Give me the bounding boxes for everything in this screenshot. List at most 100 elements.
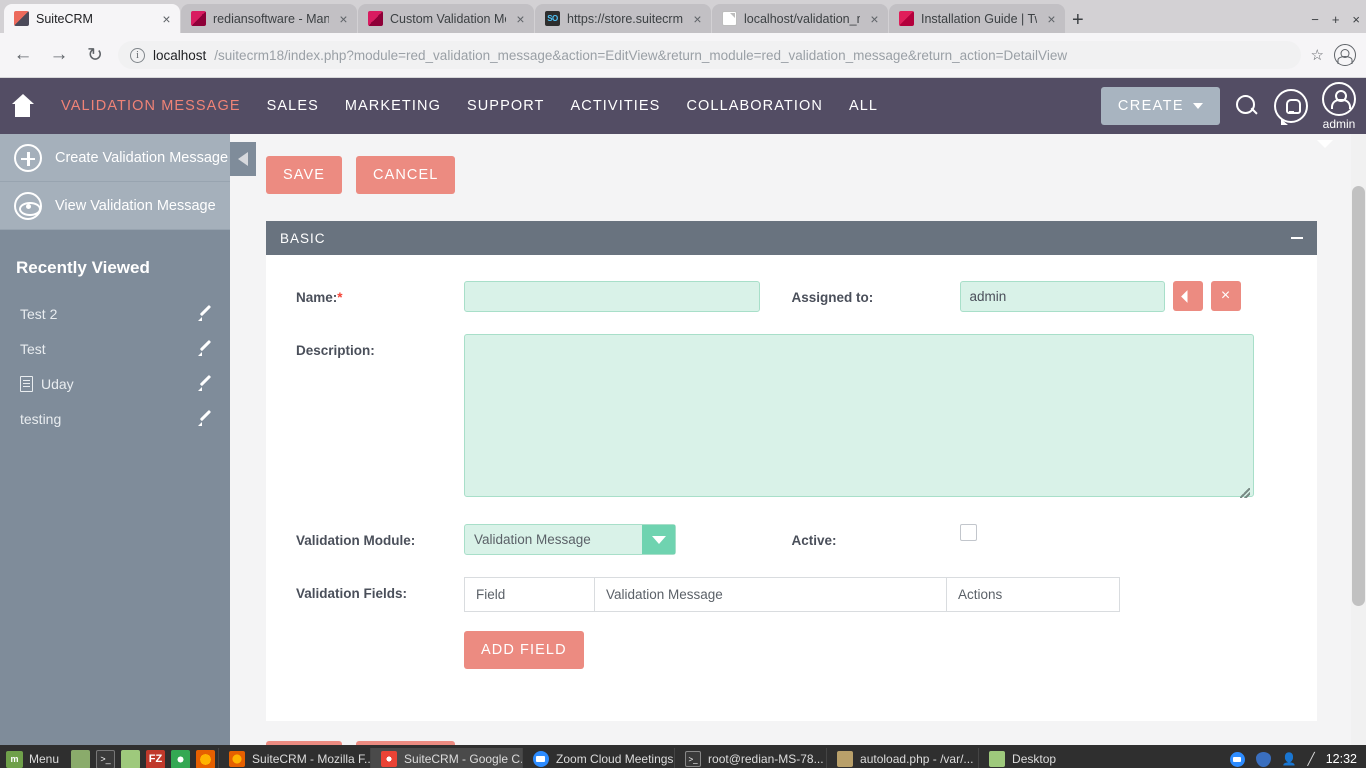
filezilla-icon[interactable]: FZ	[146, 749, 166, 768]
top-action-buttons: SAVE CANCEL	[230, 134, 1366, 194]
taskbar-window[interactable]: SuiteCRM - Mozilla F...	[218, 748, 370, 768]
firefox-icon	[229, 751, 246, 767]
nav-item-marketing[interactable]: MARKETING	[332, 98, 454, 114]
cancel-button-top[interactable]: CANCEL	[356, 156, 456, 194]
custom-icon	[368, 11, 383, 26]
taskbar-window[interactable]: SuiteCRM - Google C...	[370, 748, 523, 768]
edit-pencil-icon[interactable]	[198, 306, 214, 322]
close-icon[interactable]: ×	[159, 11, 174, 27]
recent-item[interactable]: testing	[0, 401, 230, 436]
name-input[interactable]	[464, 281, 760, 312]
recent-item-label: Test	[20, 340, 46, 357]
create-button[interactable]: CREATE	[1100, 87, 1220, 125]
vertical-scrollbar[interactable]	[1351, 134, 1366, 745]
nav-item-sales[interactable]: SALES	[254, 98, 332, 114]
back-icon[interactable]: ←	[10, 42, 36, 68]
recent-item[interactable]: Uday	[0, 366, 230, 401]
folder-icon[interactable]	[121, 749, 141, 768]
nav-item-support[interactable]: SUPPORT	[454, 98, 558, 114]
files-icon[interactable]	[71, 749, 91, 768]
nav-item-all[interactable]: ALL	[836, 98, 891, 114]
description-textarea[interactable]	[464, 334, 1254, 497]
sidebar-collapse-toggle[interactable]	[230, 142, 256, 176]
collapse-minus-icon[interactable]	[1291, 237, 1303, 239]
browser-tab[interactable]: Custom Validation Mess ×	[358, 4, 534, 33]
nav-item-collaboration[interactable]: COLLABORATION	[673, 98, 836, 114]
new-tab-button[interactable]: +	[1072, 10, 1084, 30]
user-icon[interactable]: 👤	[1282, 752, 1297, 766]
minimize-button[interactable]: −	[1311, 12, 1319, 27]
start-menu-button[interactable]: m Menu	[0, 750, 68, 768]
nav-item-activities[interactable]: ACTIVITIES	[558, 98, 674, 114]
home-icon[interactable]	[10, 94, 36, 118]
browser-tab[interactable]: SO https://store.suitecrm.co ×	[535, 4, 711, 33]
browser-tab[interactable]: SuiteCRM ×	[4, 4, 180, 33]
browser-profile-icon[interactable]	[1334, 44, 1356, 66]
edit-pencil-icon[interactable]	[198, 376, 214, 392]
taskbar-window[interactable]: Desktop	[978, 748, 1066, 768]
maximize-button[interactable]: +	[1332, 12, 1340, 27]
sidebar-item-view-validation-message[interactable]: View Validation Message	[0, 182, 230, 230]
folder-icon	[989, 751, 1006, 767]
network-icon[interactable]: ╱	[1307, 752, 1314, 766]
browser-tab-bar: SuiteCRM × rediansoftware - Manage × Cus…	[0, 0, 1366, 33]
notifications-button[interactable]	[1274, 89, 1308, 125]
taskbar-window[interactable]: autoload.php - /var/...	[826, 748, 978, 768]
clock[interactable]: 12:32	[1326, 752, 1357, 766]
validation-module-select[interactable]: Validation Message	[464, 524, 676, 555]
terminal-icon[interactable]: >_	[96, 749, 116, 768]
nav-item-validation-message[interactable]: VALIDATION MESSAGE	[48, 98, 254, 114]
forward-icon[interactable]: →	[46, 42, 72, 68]
clear-user-button[interactable]: ×	[1210, 281, 1241, 311]
browser-tab[interactable]: localhost/validation_mes ×	[712, 4, 888, 33]
active-checkbox[interactable]	[959, 524, 977, 541]
bookmark-star-icon[interactable]: ☆	[1311, 46, 1324, 64]
tab-title: https://store.suitecrm.co	[567, 11, 683, 26]
avatar[interactable]	[1322, 81, 1356, 116]
edit-pencil-icon[interactable]	[198, 341, 214, 357]
save-button-top[interactable]: SAVE	[266, 156, 343, 194]
sidebar-item-create-validation-message[interactable]: Create Validation Message	[0, 134, 230, 182]
close-icon[interactable]: ×	[690, 11, 705, 27]
taskbar-window[interactable]: >_ root@redian-MS-78...	[674, 748, 826, 768]
recent-item[interactable]: Test	[0, 331, 230, 366]
firefox-icon[interactable]	[196, 749, 216, 768]
reload-icon[interactable]: ↻	[82, 42, 108, 68]
chrome-icon[interactable]	[171, 749, 191, 768]
dropdown-arrow-button[interactable]	[642, 525, 675, 554]
window-close-button[interactable]: ×	[1352, 12, 1360, 27]
taskbar-window[interactable]: Zoom Cloud Meetings	[522, 748, 674, 768]
form-row-name: Name:* Assigned to: ×	[296, 281, 1287, 312]
form-row-validation-fields: Validation Fields: Field Validation Mess…	[296, 577, 1287, 669]
tab-title: Custom Validation Mess	[390, 11, 506, 26]
url-input[interactable]: i localhost/suitecrm18/index.php?module=…	[118, 41, 1301, 69]
chevron-down-icon[interactable]	[1317, 140, 1333, 148]
close-icon[interactable]: ×	[513, 11, 528, 27]
cancel-button-bottom[interactable]: CANCEL	[356, 741, 456, 745]
add-field-button[interactable]: ADD FIELD	[464, 631, 584, 669]
twilio-icon	[899, 11, 914, 26]
assigned-to-input[interactable]	[959, 281, 1165, 312]
edit-pencil-icon[interactable]	[198, 411, 214, 427]
basic-panel: BASIC Name:* Assigned to: admin × Descri…	[266, 221, 1317, 721]
scrollbar-thumb[interactable]	[1352, 186, 1365, 606]
recent-item[interactable]: Test 2	[0, 296, 230, 331]
zoom-tray-icon[interactable]	[1229, 751, 1245, 767]
browser-tab[interactable]: Installation Guide | Twili ×	[889, 4, 1065, 33]
resize-handle-icon[interactable]	[1240, 488, 1250, 498]
name-label: Name:*	[296, 290, 343, 305]
shield-icon[interactable]	[1255, 751, 1271, 767]
taskbar-window-label: Zoom Cloud Meetings	[556, 752, 674, 766]
close-icon[interactable]: ×	[336, 11, 351, 27]
panel-header[interactable]: BASIC	[266, 221, 1317, 255]
search-icon[interactable]	[1234, 93, 1260, 119]
browser-tab[interactable]: rediansoftware - Manage ×	[181, 4, 357, 33]
user-menu[interactable]: admin	[1322, 81, 1356, 131]
info-icon[interactable]: i	[130, 47, 145, 63]
select-user-button[interactable]	[1172, 281, 1203, 311]
column-header-field: Field	[464, 577, 595, 612]
chrome-icon	[381, 751, 398, 767]
close-icon[interactable]: ×	[1044, 11, 1059, 27]
save-button-bottom[interactable]: SAVE	[266, 741, 343, 745]
close-icon[interactable]: ×	[867, 11, 882, 27]
